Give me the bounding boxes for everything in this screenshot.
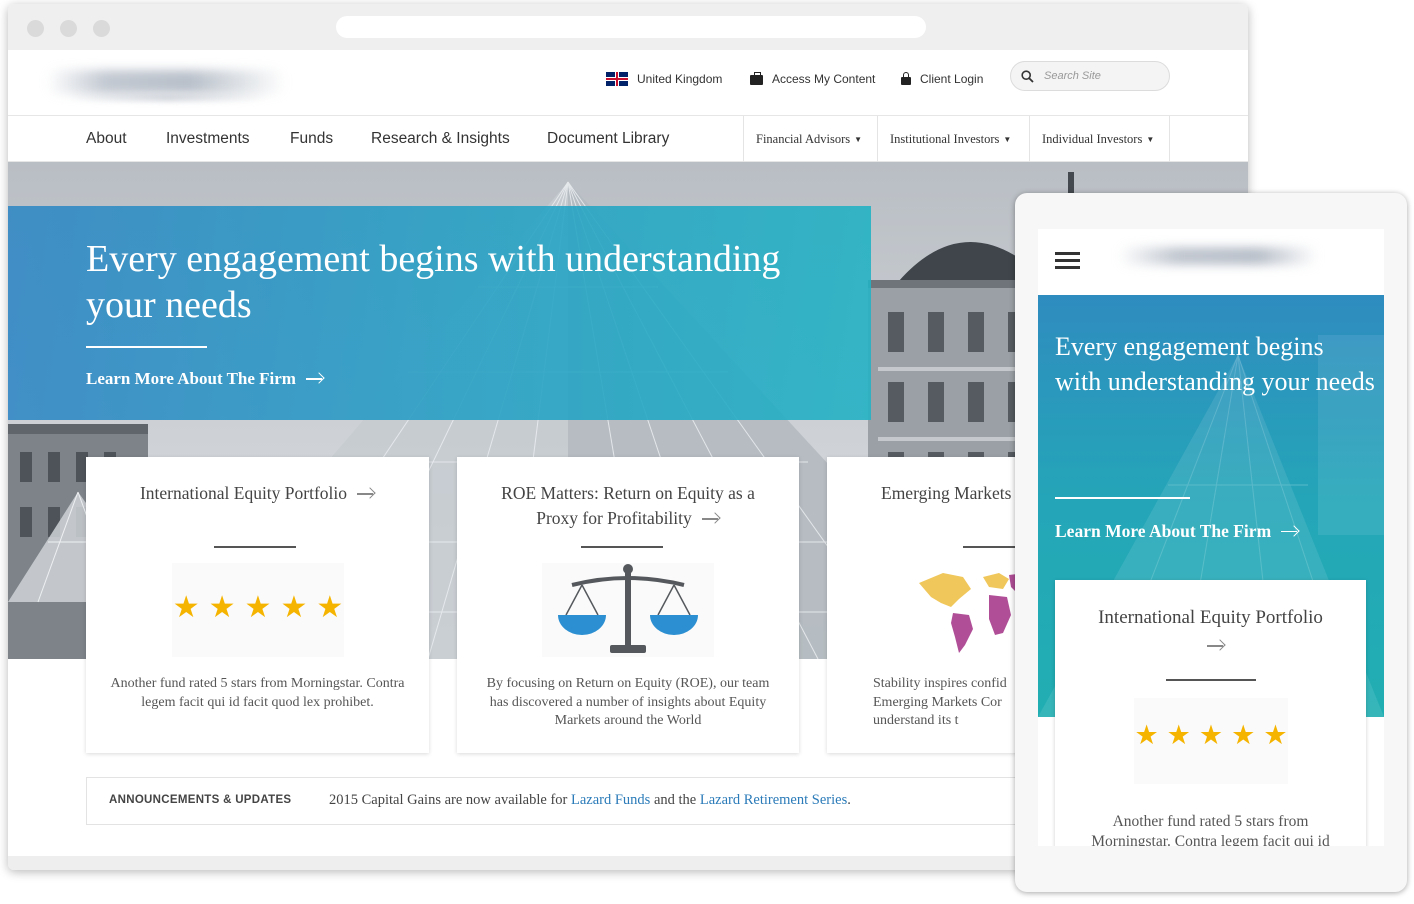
mobile-learn-more-label: Learn More About The Firm [1055, 521, 1272, 541]
card-roe-matters[interactable]: ROE Matters: Return on Equity as a Proxy… [457, 457, 799, 753]
access-my-content-link[interactable]: Access My Content [750, 70, 875, 88]
mobile-site-logo[interactable] [1118, 247, 1318, 265]
access-label: Access My Content [772, 72, 876, 86]
arrow-right-icon [1206, 641, 1225, 651]
nav-item-research-insights[interactable]: Research & Insights [371, 116, 510, 162]
mobile-card-international-equity[interactable]: International Equity Portfolio ★ ★ ★ ★ ★… [1055, 580, 1366, 846]
card-title-text: International Equity Portfolio [139, 483, 348, 503]
arrow-right-icon [1281, 527, 1299, 537]
site-logo[interactable] [46, 70, 286, 94]
mobile-hero-divider [1055, 497, 1190, 499]
search-box[interactable] [1010, 61, 1170, 91]
client-login-link[interactable]: Client Login [901, 70, 983, 88]
card-international-equity[interactable]: International Equity Portfolio ★ ★ ★ ★ ★… [86, 457, 429, 753]
card-divider [214, 546, 296, 548]
search-input[interactable] [1044, 70, 1154, 82]
window-minimize-dot[interactable] [60, 20, 77, 37]
address-bar[interactable] [336, 16, 926, 38]
audience-institutional-investors[interactable]: Institutional Investors ▼ [877, 116, 1029, 162]
window-zoom-dot[interactable] [93, 20, 110, 37]
star-icon: ★ [172, 591, 200, 624]
star-icon: ★ [1198, 720, 1224, 750]
star-icon: ★ [1134, 720, 1159, 750]
mobile-hero-headline: Every engagement begins with understandi… [1055, 332, 1375, 396]
arrow-right-icon [305, 374, 324, 384]
scales-icon [558, 564, 698, 653]
hamburger-menu-icon[interactable] [1055, 252, 1080, 270]
lazard-funds-link[interactable]: Lazard Funds [571, 792, 650, 808]
lock-icon [901, 72, 911, 85]
audience-financial-advisors[interactable]: Financial Advisors ▼ [743, 116, 877, 162]
announcements-label: ANNOUNCEMENTS & UPDATES [109, 794, 292, 806]
mobile-star-rating: ★ ★ ★ ★ ★ [1134, 698, 1288, 784]
learn-more-link[interactable]: Learn More About The Firm [86, 369, 324, 389]
card-description: By focusing on Return on Equity (ROE), o… [486, 676, 770, 728]
star-icon: ★ [208, 591, 236, 624]
card-title-text: Emerging Markets [881, 483, 1012, 503]
mobile-card-divider [1166, 679, 1256, 681]
audience-label: Individual Investors [1042, 132, 1143, 146]
briefcase-icon [750, 72, 763, 85]
mobile-card-title-text: International Equity Portfolio [1098, 607, 1323, 628]
site-logo-tagline [68, 93, 268, 101]
search-icon [1021, 69, 1034, 83]
mobile-card-description: Another fund rated 5 stars from Mornings… [1091, 813, 1330, 846]
uk-flag-icon [606, 72, 628, 86]
card-title: International Equity Portfolio [86, 481, 429, 506]
announcement-text: 2015 Capital Gains are now available for… [329, 792, 851, 809]
mobile-learn-more-link[interactable]: Learn More About The Firm [1055, 521, 1299, 542]
country-selector[interactable]: United Kingdom [606, 70, 722, 88]
audience-individual-investors[interactable]: Individual Investors ▼ [1029, 116, 1170, 162]
star-icon: ★ [1263, 720, 1288, 750]
window-close-dot[interactable] [27, 20, 44, 37]
caret-down-icon: ▼ [1146, 135, 1155, 144]
star-icon: ★ [1166, 720, 1191, 750]
utility-bar: United Kingdom Access My Content Client … [8, 50, 1248, 116]
hero-divider [86, 346, 207, 348]
hero-banner: Every engagement begins with understandi… [8, 206, 871, 420]
learn-more-label: Learn More About The Firm [86, 369, 296, 388]
card-divider [581, 546, 663, 548]
main-navigation: About Investments Funds Research & Insig… [8, 116, 1248, 162]
lazard-retirement-series-link[interactable]: Lazard Retirement Series [700, 792, 847, 808]
country-label: United Kingdom [637, 72, 723, 86]
star-icon: ★ [244, 591, 272, 624]
card-description: Another fund rated 5 stars from Mornings… [110, 676, 405, 710]
card-title: ROE Matters: Return on Equity as a Proxy… [457, 481, 799, 531]
caret-down-icon: ▼ [1003, 135, 1012, 144]
browser-chrome [8, 4, 1248, 50]
star-icon: ★ [316, 591, 344, 624]
star-rating: ★ ★ ★ ★ ★ [172, 563, 344, 657]
mobile-card-title: International Equity Portfolio [1055, 604, 1366, 660]
caret-down-icon: ▼ [854, 135, 863, 144]
arrow-right-icon [357, 489, 375, 499]
announcement-text-part: . [847, 792, 851, 808]
nav-item-about[interactable]: About [86, 116, 127, 162]
mobile-header [1038, 229, 1384, 295]
mobile-screen: Every engagement begins with understandi… [1038, 229, 1384, 846]
scales-illustration [542, 563, 714, 657]
audience-label: Institutional Investors [890, 132, 1000, 146]
nav-item-investments[interactable]: Investments [166, 116, 250, 162]
announcement-text-part: and the [650, 792, 700, 808]
mobile-device-frame: Every engagement begins with understandi… [1015, 193, 1407, 892]
login-label: Client Login [920, 72, 984, 86]
nav-item-document-library[interactable]: Document Library [547, 116, 669, 162]
star-icon: ★ [280, 591, 308, 624]
audience-label: Financial Advisors [756, 132, 851, 146]
announcement-text-part: 2015 Capital Gains are now available for [329, 792, 571, 808]
arrow-right-icon [701, 514, 720, 524]
star-icon: ★ [1231, 720, 1256, 750]
nav-item-funds[interactable]: Funds [290, 116, 333, 162]
hero-headline: Every engagement begins with understandi… [86, 238, 781, 326]
